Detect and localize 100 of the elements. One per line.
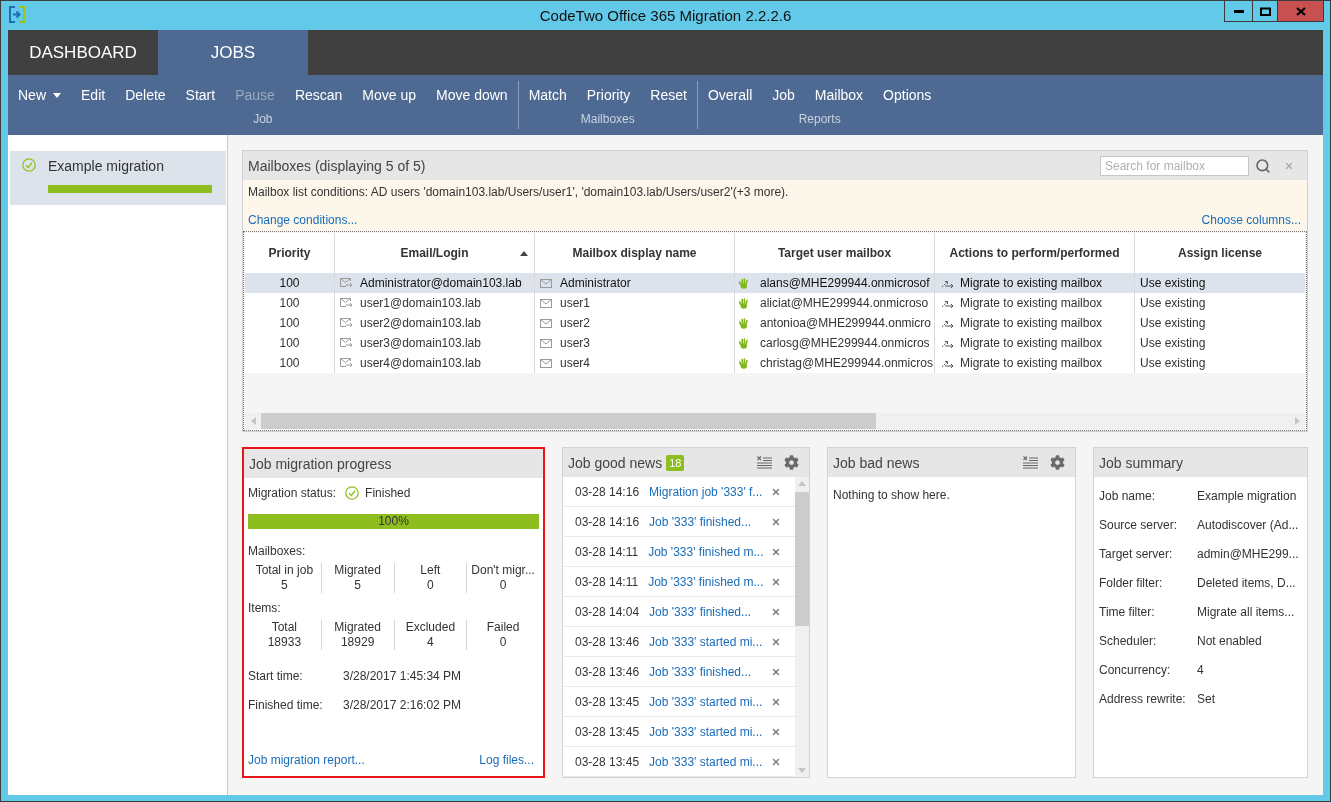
tab[interactable]: JOBS (158, 30, 308, 75)
choose-columns-link[interactable]: Choose columns... (1201, 212, 1301, 228)
settings-icon[interactable] (784, 455, 799, 470)
news-link[interactable]: Job '333' finished... (649, 664, 771, 679)
table-cell: Administrator@domain103.lab (360, 276, 522, 290)
hand-icon (739, 357, 748, 369)
table-row[interactable]: 100 user3@domain103.lab user3 carlosg@MHE299944.onmicros Migrate to existing mailbox Use existing (245, 333, 1305, 353)
toolbar-button[interactable]: New (8, 85, 71, 105)
news-time: 03-28 14:11 (575, 574, 639, 589)
table-cell: Use existing (1140, 356, 1206, 370)
change-conditions-link[interactable]: Change conditions... (248, 212, 358, 228)
field-label: Folder filter: (1099, 575, 1164, 590)
table-cell: 100 (279, 276, 300, 290)
vertical-scrollbar[interactable] (795, 477, 809, 777)
envelope-arrow-icon (340, 278, 353, 288)
table-row[interactable]: 100 user2@domain103.lab user2 antonioa@MHE299944.onmicro Migrate to existing mailbox Use existing (245, 313, 1305, 333)
close-icon[interactable] (771, 516, 781, 527)
close-icon[interactable] (771, 696, 781, 707)
close-icon[interactable] (771, 636, 781, 647)
close-icon[interactable] (771, 546, 781, 557)
table-row[interactable]: 100 Administrator@domain103.lab Administrator alans@MHE299944.onmicrosof Migrate to existing mailbox Use existing (245, 273, 1305, 293)
close-icon[interactable] (771, 576, 781, 587)
column-header[interactable]: Assign license (1135, 233, 1305, 273)
news-link[interactable]: Migration job '333' f... (649, 484, 771, 499)
toolbar-button[interactable]: Options (873, 85, 942, 105)
toolbar-button[interactable]: Reset (640, 85, 697, 105)
stat-label: Excluded (405, 620, 456, 635)
scrollbar-thumb[interactable] (795, 492, 809, 626)
sort-ascending-icon (520, 250, 528, 256)
envelope-icon (540, 318, 552, 328)
table-row[interactable]: 100 user1@domain103.lab user1 aliciat@MHE299944.onmicroso Migrate to existing mailbox Use existing (245, 293, 1305, 313)
table-cell: user4@domain103.lab (360, 356, 481, 370)
news-link[interactable]: Job '333' finished m... (648, 574, 771, 589)
arrow-icon (941, 278, 954, 288)
tab[interactable]: DASHBOARD (8, 30, 158, 75)
envelope-arrow-icon (340, 318, 353, 328)
news-link[interactable]: Job '333' finished... (649, 514, 771, 529)
panel-title: Job summary (1099, 454, 1184, 471)
sidebar-item[interactable]: Example migration (10, 151, 226, 205)
table-cell: aliciat@MHE299944.onmicroso (760, 296, 929, 310)
settings-icon[interactable] (1050, 455, 1065, 470)
close-button[interactable] (1278, 1, 1324, 22)
search-icon[interactable] (1255, 157, 1271, 174)
scrollbar-thumb[interactable] (261, 413, 876, 429)
field-label: Job name: (1099, 488, 1157, 503)
field-label: Source server: (1099, 517, 1179, 532)
table-cell: Migrate to existing mailbox (960, 296, 1103, 310)
report-link[interactable]: Log files... (479, 752, 534, 768)
table-cell: antonioa@MHE299944.onmicro (760, 316, 931, 330)
search-field[interactable]: Search for mailbox (1100, 155, 1249, 176)
toolbar-button[interactable]: Move down (426, 85, 518, 105)
close-icon[interactable] (771, 666, 781, 677)
toolbar-button[interactable]: Edit (71, 85, 116, 105)
clear-list-icon[interactable] (757, 456, 772, 469)
horizontal-scrollbar[interactable] (245, 413, 1305, 429)
toolbar-button[interactable]: Match (518, 85, 577, 105)
close-icon[interactable] (771, 756, 781, 767)
hand-icon (739, 337, 748, 349)
field-label: Concurrency: (1099, 662, 1172, 677)
clear-list-icon[interactable] (1023, 456, 1038, 469)
hand-icon (739, 297, 748, 309)
progress-reading: 100% (378, 514, 409, 529)
caret-left-icon (250, 417, 256, 425)
field-value: Deleted items, D... (1197, 575, 1296, 590)
caret-down-icon (798, 768, 806, 773)
field-value: Set (1197, 691, 1215, 706)
toolbar-button[interactable]: Job (762, 85, 805, 105)
table-cell: user4 (560, 356, 591, 370)
toolbar-button[interactable]: Start (175, 85, 226, 105)
table-cell: Use existing (1140, 276, 1206, 290)
news-time: 03-28 13:45 (575, 754, 640, 769)
news-link[interactable]: Job '333' started mi... (649, 694, 771, 709)
field-label: Migration status: (248, 485, 337, 501)
news-link[interactable]: Job '333' finished... (649, 604, 771, 619)
news-time: 03-28 13:46 (575, 664, 640, 679)
toolbar-button[interactable]: Mailbox (804, 85, 874, 105)
news-link[interactable]: Job '333' finished m... (648, 544, 771, 559)
table-cell: Migrate to existing mailbox (960, 356, 1103, 370)
table-row[interactable]: 100 user4@domain103.lab user4 christag@MHE299944.onmicros Migrate to existing mailbox Use existing (245, 353, 1305, 373)
report-link[interactable]: Job migration report... (248, 752, 365, 768)
toolbar-button[interactable]: Priority (576, 85, 641, 105)
table-cell: user2@domain103.lab (360, 316, 481, 330)
toolbar-button[interactable]: Overall (697, 85, 763, 105)
table-cell: Administrator (560, 276, 631, 290)
table-cell: Migrate to existing mailbox (960, 276, 1103, 290)
field-value: Not enabled (1197, 633, 1262, 648)
news-link[interactable]: Job '333' started mi... (649, 634, 771, 649)
toolbar-button[interactable]: Move up (352, 85, 427, 105)
close-icon[interactable] (771, 726, 781, 737)
envelope-arrow-icon (340, 298, 353, 308)
news-link[interactable]: Job '333' started mi... (649, 754, 771, 769)
table-cell: carlosg@MHE299944.onmicros (760, 336, 930, 350)
toolbar-button[interactable]: Rescan (284, 85, 353, 105)
table-cell: user1 (560, 296, 591, 310)
close-icon[interactable] (771, 606, 781, 617)
toolbar-button[interactable]: Delete (115, 85, 176, 105)
table-cell: alans@MHE299944.onmicrosof (760, 276, 930, 290)
news-link[interactable]: Job '333' started mi... (649, 724, 771, 739)
close-icon[interactable] (771, 486, 781, 497)
minimize-button[interactable] (1224, 1, 1253, 22)
